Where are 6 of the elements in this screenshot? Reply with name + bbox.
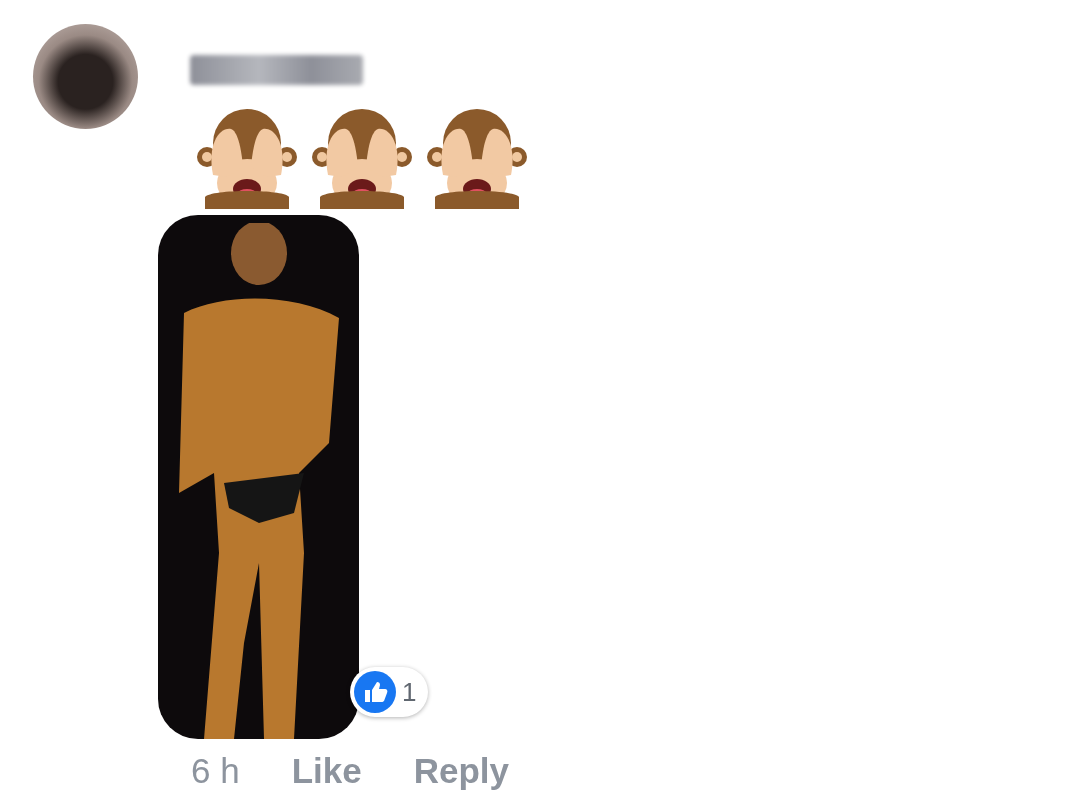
action-link[interactable]: Like (291, 751, 362, 791)
timestamp: 6 h (191, 751, 240, 791)
action-link[interactable]: Reply (413, 751, 509, 791)
reaction-badge[interactable]: 1 (350, 667, 429, 717)
reaction-count: 1 (402, 676, 417, 708)
like-reaction-icon (354, 671, 396, 713)
